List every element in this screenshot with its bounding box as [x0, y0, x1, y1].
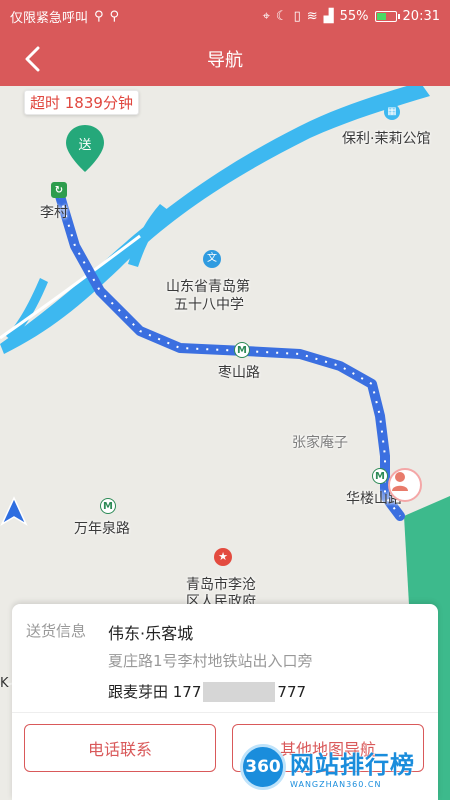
route-line	[55, 191, 405, 521]
recipient-name: 伟东·乐客城	[108, 624, 194, 643]
status-left: 仅限紧急呼叫 ⚲ ⚲	[10, 7, 119, 26]
signal-icon: ▟	[323, 8, 334, 24]
status-bar: 仅限紧急呼叫 ⚲ ⚲ ⌖ ☾ ▯ ≋ ▟ 55% 20:31	[0, 0, 450, 32]
metro-hualou-icon: M	[372, 468, 388, 484]
map-label-li-cun: 李村	[40, 205, 68, 221]
contact-phone: 跟麦芽田 177 777	[108, 681, 306, 702]
map-label-zhangjia: 张家庵子	[292, 435, 348, 451]
route-arrows	[59, 195, 401, 517]
masked-digits	[203, 681, 276, 702]
status-right: ⌖ ☾ ▯ ≋ ▟ 55% 20:31	[263, 9, 440, 24]
contact-prefix: 跟麦芽田 177	[108, 683, 202, 701]
government-icon: ★	[214, 548, 232, 566]
map-label-zaoshan: 枣山路	[218, 365, 260, 381]
nav-bar: 导航	[0, 32, 450, 86]
metro-wannian-icon: M	[100, 498, 116, 514]
other-map-navigation-button[interactable]: 其他地图导航	[232, 724, 424, 772]
metro-station-icon: ↻	[51, 182, 67, 198]
metro-zaoshan-icon: M	[234, 342, 250, 358]
building-icon: ▦	[384, 104, 400, 120]
usb-icon-2: ⚲	[109, 8, 120, 24]
back-button[interactable]	[14, 42, 50, 76]
chevron-left-icon	[25, 46, 40, 72]
courier-avatar[interactable]	[388, 468, 422, 502]
vibrate-icon: ▯	[293, 8, 301, 24]
delivery-info-card: 送货信息 伟东·乐客城 夏庄路1号李村地铁站出入口旁 跟麦芽田 177 777 …	[12, 604, 438, 800]
send-marker[interactable]: 送	[66, 124, 104, 172]
call-button[interactable]: 电话联系	[24, 724, 216, 772]
school-icon: 文	[203, 250, 221, 268]
person-icon	[392, 472, 408, 491]
edge-glyph: K	[0, 676, 9, 691]
wifi-icon: ≋	[306, 8, 318, 24]
carrier-text: 仅限紧急呼叫	[10, 10, 89, 26]
battery-fill	[376, 12, 386, 20]
road	[0, 234, 141, 340]
timeout-badge: 超时 1839分钟	[24, 90, 139, 115]
battery-percent: 55%	[339, 8, 369, 24]
delivery-address: 夏庄路1号李村地铁站出入口旁	[108, 652, 313, 670]
usb-icon: ⚲	[94, 8, 104, 24]
divider	[12, 712, 438, 713]
map-label-poly: 保利·茉莉公馆	[342, 131, 431, 147]
clock: 20:31	[402, 8, 440, 24]
contact-suffix: 777	[277, 682, 307, 701]
map-label-school-1: 山东省青岛第	[166, 279, 250, 295]
moon-icon: ☾	[275, 8, 288, 24]
page-title: 导航	[207, 50, 243, 71]
send-marker-label: 送	[78, 138, 92, 153]
map-label-school-2: 五十八中学	[174, 297, 244, 313]
battery-icon	[374, 10, 400, 22]
info-title: 送货信息	[26, 622, 87, 640]
map-label-wannian: 万年泉路	[74, 521, 130, 537]
location-icon: ⌖	[262, 8, 270, 24]
navigation-arrow-icon	[0, 496, 28, 526]
